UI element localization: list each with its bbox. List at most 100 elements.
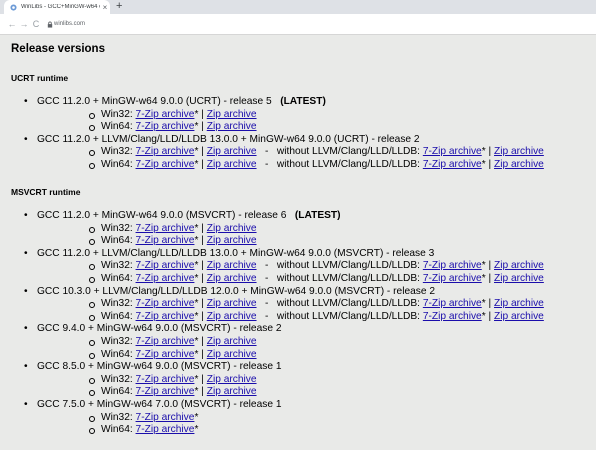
browser-toolbar: ← → C winlibs.com (0, 14, 596, 35)
zip-link[interactable]: Zip archive (207, 109, 257, 120)
browser-chrome: WinLibs - GCC+MinGW-w64 com × + ← → C wi… (0, 0, 596, 35)
seven-zip-link[interactable]: 7-Zip archive (423, 260, 482, 271)
separator: | (198, 386, 207, 398)
seven-zip-link[interactable]: 7-Zip archive (423, 298, 482, 309)
arch-label: Win32: (101, 411, 136, 423)
without-llvm-label: without LLVM/Clang/LLD/LLDB: (276, 310, 423, 322)
seven-zip-link[interactable]: 7-Zip archive (423, 159, 482, 170)
address-bar[interactable]: winlibs.com (46, 18, 590, 30)
seven-zip-link[interactable]: 7-Zip archive (136, 121, 195, 132)
arch-label: Win64: (101, 424, 136, 436)
arch-label: Win64: (101, 348, 136, 360)
release-name: GCC 7.5.0 + MinGW-w64 7.0.0 (MSVCRT) - r… (37, 398, 282, 410)
release-item: GCC 11.2.0 + LLVM/Clang/LLD/LLDB 13.0.0 … (0, 134, 544, 172)
zip-link[interactable]: Zip archive (207, 386, 257, 397)
download-row: Win64: 7-Zip archive* | Zip archive (37, 386, 544, 399)
seven-zip-link[interactable]: 7-Zip archive (423, 146, 482, 157)
dash: - (256, 260, 277, 272)
zip-link[interactable]: Zip archive (207, 311, 257, 322)
zip-link[interactable]: Zip archive (207, 159, 257, 170)
without-llvm-label: without LLVM/Clang/LLD/LLDB: (276, 272, 423, 284)
seven-zip-link[interactable]: 7-Zip archive (423, 273, 482, 284)
separator: | (198, 373, 207, 385)
download-row: Win32: 7-Zip archive* | Zip archive (37, 374, 544, 387)
arch-label: Win64: (101, 310, 136, 322)
zip-link[interactable]: Zip archive (207, 374, 257, 385)
favicon-icon (10, 3, 17, 11)
arch-label: Win32: (101, 260, 136, 272)
download-row: Win64: 7-Zip archive* | Zip archive - wi… (37, 273, 544, 286)
seven-zip-link[interactable]: 7-Zip archive (136, 386, 195, 397)
download-row: Win32: 7-Zip archive* | Zip archive (37, 109, 544, 122)
zip-link[interactable]: Zip archive (494, 260, 544, 271)
zip-link[interactable]: Zip archive (494, 159, 544, 170)
separator: | (198, 260, 207, 272)
seven-zip-link[interactable]: 7-Zip archive (136, 146, 195, 157)
download-list: Win32: 7-Zip archive* | Zip archive - wi… (37, 260, 544, 285)
release-name: GCC 10.3.0 + LLVM/Clang/LLD/LLDB 12.0.0 … (37, 285, 436, 297)
separator: | (485, 310, 495, 322)
separator: | (485, 260, 495, 272)
zip-link[interactable]: Zip archive (494, 146, 544, 157)
seven-zip-link[interactable]: 7-Zip archive (136, 260, 195, 271)
seven-zip-link[interactable]: 7-Zip archive (423, 311, 482, 322)
seven-zip-link[interactable]: 7-Zip archive (136, 159, 195, 170)
zip-link[interactable]: Zip archive (207, 260, 257, 271)
zip-link[interactable]: Zip archive (207, 273, 257, 284)
release-name: GCC 11.2.0 + MinGW-w64 9.0.0 (MSVCRT) - … (37, 210, 287, 221)
seven-zip-link[interactable]: 7-Zip archive (136, 412, 195, 423)
arch-label: Win64: (101, 235, 136, 247)
zip-link[interactable]: Zip archive (207, 223, 257, 234)
seven-zip-link[interactable]: 7-Zip archive (136, 374, 195, 385)
separator: | (198, 348, 207, 360)
zip-link[interactable]: Zip archive (494, 311, 544, 322)
page-title: Release versions (11, 43, 105, 55)
release-item: GCC 10.3.0 + LLVM/Clang/LLD/LLDB 12.0.0 … (0, 286, 544, 324)
zip-link[interactable]: Zip archive (207, 235, 257, 246)
without-llvm-label: without LLVM/Clang/LLD/LLDB: (276, 146, 423, 158)
tab-close-icon[interactable]: × (100, 3, 110, 12)
download-row: Win64: 7-Zip archive* | Zip archive - wi… (37, 311, 544, 324)
seven-zip-link[interactable]: 7-Zip archive (136, 349, 195, 360)
zip-link[interactable]: Zip archive (207, 336, 257, 347)
lock-icon (47, 21, 53, 28)
dash: - (256, 146, 277, 158)
section-title: UCRT runtime (11, 73, 69, 83)
back-icon[interactable]: ← (6, 19, 18, 29)
page-content: Release versions UCRT runtime GCC 11.2.0 … (0, 35, 596, 450)
zip-link[interactable]: Zip archive (494, 298, 544, 309)
without-llvm-label: without LLVM/Clang/LLD/LLDB: (276, 298, 423, 310)
forward-icon[interactable]: → (18, 19, 30, 29)
release-item: GCC 7.5.0 + MinGW-w64 7.0.0 (MSVCRT) - r… (0, 399, 544, 437)
separator: | (198, 272, 207, 284)
download-row: Win32: 7-Zip archive* | Zip archive (37, 336, 544, 349)
seven-zip-link[interactable]: 7-Zip archive (136, 336, 195, 347)
seven-zip-link[interactable]: 7-Zip archive (136, 109, 195, 120)
seven-zip-link[interactable]: 7-Zip archive (136, 223, 195, 234)
seven-zip-link[interactable]: 7-Zip archive (136, 235, 195, 246)
new-tab-button[interactable]: + (116, 1, 122, 12)
seven-zip-link[interactable]: 7-Zip archive (136, 424, 195, 435)
release-name: GCC 11.2.0 + LLVM/Clang/LLD/LLDB 13.0.0 … (37, 247, 435, 259)
seven-zip-link[interactable]: 7-Zip archive (136, 273, 195, 284)
zip-link[interactable]: Zip archive (494, 273, 544, 284)
zip-link[interactable]: Zip archive (207, 146, 257, 157)
reload-icon[interactable]: C (30, 19, 42, 29)
dash: - (256, 272, 277, 284)
zip-link[interactable]: Zip archive (207, 298, 257, 309)
zip-link[interactable]: Zip archive (207, 349, 257, 360)
release-name: GCC 11.2.0 + MinGW-w64 9.0.0 (UCRT) - re… (37, 96, 272, 107)
without-llvm-label: without LLVM/Clang/LLD/LLDB: (276, 260, 423, 272)
tab-strip: WinLibs - GCC+MinGW-w64 com × + (0, 0, 596, 14)
arch-label: Win32: (101, 335, 136, 347)
browser-tab[interactable]: WinLibs - GCC+MinGW-w64 com × (4, 0, 110, 14)
zip-link[interactable]: Zip archive (207, 121, 257, 132)
separator: | (198, 121, 207, 133)
url-text: winlibs.com (54, 21, 86, 27)
download-list: Win32: 7-Zip archive* | Zip archive - wi… (37, 146, 544, 171)
download-list: Win32: 7-Zip archive* | Zip archive Win64… (37, 374, 544, 399)
seven-zip-link[interactable]: 7-Zip archive (136, 311, 195, 322)
separator: | (485, 158, 495, 170)
seven-zip-link[interactable]: 7-Zip archive (136, 298, 195, 309)
separator: | (198, 298, 207, 310)
